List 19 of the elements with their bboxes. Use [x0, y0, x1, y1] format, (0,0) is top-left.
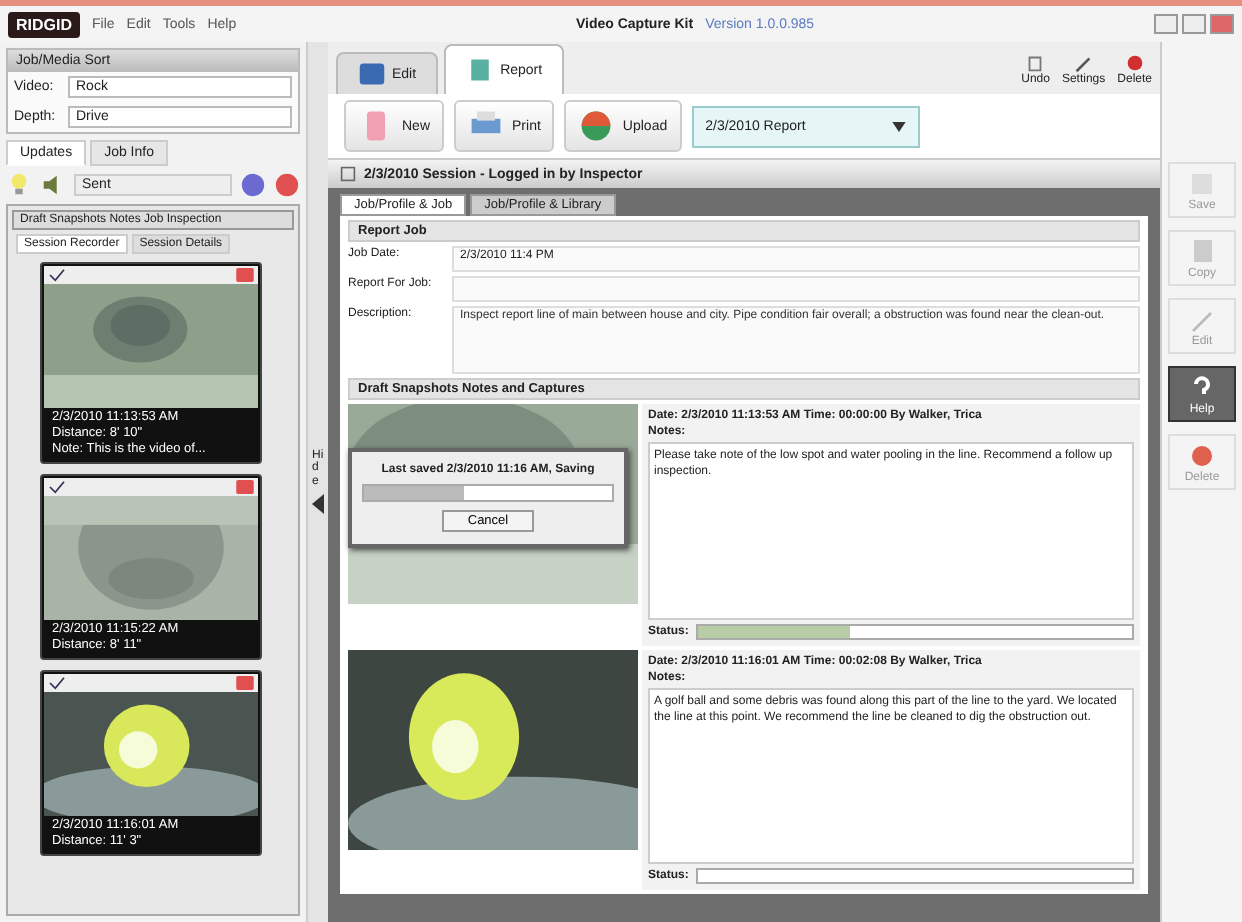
square-icon: [340, 166, 356, 182]
logo: RIDGID: [8, 11, 80, 37]
maximize-button[interactable]: [1181, 14, 1206, 34]
document-icon: [466, 56, 495, 84]
caret-icon: [891, 121, 906, 131]
check-icon[interactable]: [48, 480, 66, 494]
bulb-icon[interactable]: [6, 172, 32, 198]
circle-icon[interactable]: [240, 172, 266, 198]
minimize-button[interactable]: [1153, 14, 1178, 34]
globe-icon: [578, 108, 615, 144]
check-icon[interactable]: [48, 268, 66, 282]
collapse-arrow-icon[interactable]: [312, 494, 324, 515]
check-icon[interactable]: [48, 676, 66, 690]
stop-icon[interactable]: [274, 172, 300, 198]
delete-icon: [1123, 51, 1146, 73]
delete-icon: [1186, 440, 1218, 472]
close-button[interactable]: [1209, 14, 1234, 34]
input-field[interactable]: [452, 276, 1140, 302]
square-icon: [1024, 51, 1047, 73]
